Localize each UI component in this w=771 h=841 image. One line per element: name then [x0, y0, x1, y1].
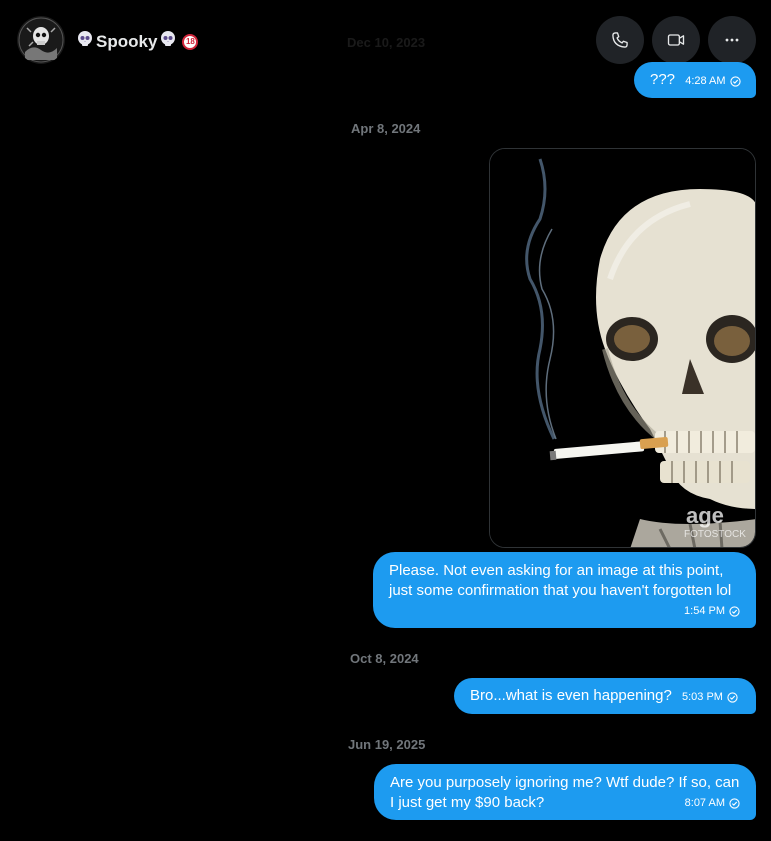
- sent-check-icon: [729, 797, 740, 809]
- sent-check-icon: [727, 691, 738, 703]
- sent-check-icon: [729, 75, 741, 87]
- more-options-button[interactable]: [708, 16, 756, 64]
- skull-photo-image: age FOTOSTOCK: [490, 149, 755, 547]
- date-separator: Apr 8, 2024: [351, 121, 421, 136]
- faded-date-label: Dec 10, 2023: [347, 35, 426, 50]
- message-time: 5:03 PM: [681, 691, 723, 703]
- age-18-badge-icon: 18: [182, 33, 199, 50]
- image-message[interactable]: age FOTOSTOCK: [489, 148, 756, 548]
- message-text: ???: [650, 71, 676, 88]
- video-call-button[interactable]: [652, 16, 700, 64]
- message-time: 4:28 AM: [685, 75, 726, 87]
- message-meta: 8:07 AM: [685, 793, 740, 813]
- message-time: 8:07 AM: [684, 797, 725, 809]
- contact-name[interactable]: Spooky 18: [76, 30, 199, 53]
- message-bubble[interactable]: Bro...what is even happening? 5:03 PM: [454, 678, 756, 714]
- message-time: 1:54 PM: [684, 605, 725, 617]
- message-bubble[interactable]: ??? 4:28 AM: [634, 62, 756, 98]
- skull-emoji-icon: [76, 30, 94, 53]
- skull-avatar-icon: [17, 16, 65, 64]
- call-button[interactable]: [596, 16, 644, 64]
- video-icon: [667, 34, 685, 46]
- message-meta: 5:03 PM: [682, 687, 738, 707]
- skull-emoji-icon: [159, 30, 177, 53]
- message-text: Please. Not even asking for an image at …: [389, 562, 732, 599]
- message-text: Bro...what is even happening?: [470, 687, 672, 704]
- message-meta: 1:54 PM: [684, 601, 740, 621]
- date-separator: Oct 8, 2024: [350, 651, 419, 666]
- message-bubble[interactable]: Are you purposely ignoring me? Wtf dude?…: [374, 764, 756, 820]
- phone-icon: [612, 32, 628, 48]
- watermark-logo: age: [686, 503, 724, 528]
- message-bubble[interactable]: Please. Not even asking for an image at …: [373, 552, 756, 628]
- date-separator: Jun 19, 2025: [348, 737, 426, 752]
- more-icon: [725, 38, 739, 42]
- message-meta: 4:28 AM: [685, 71, 741, 91]
- svg-text:FOTOSTOCK: FOTOSTOCK: [684, 529, 746, 540]
- sent-check-icon: [729, 605, 740, 617]
- avatar[interactable]: [17, 16, 65, 64]
- contact-name-text: Spooky: [96, 31, 158, 51]
